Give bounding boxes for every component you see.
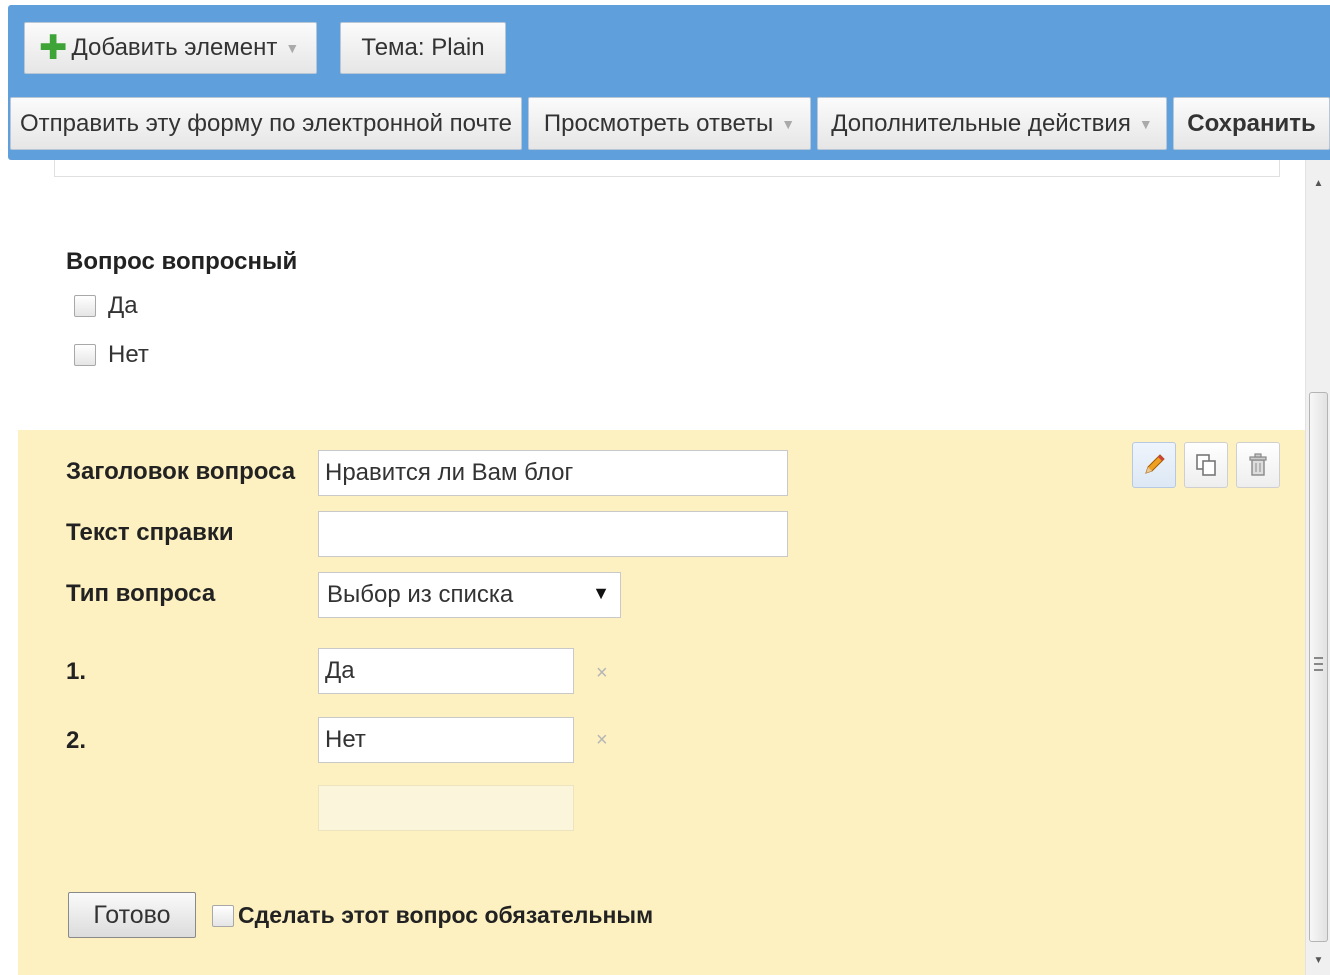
chevron-down-icon: ▼ bbox=[1138, 115, 1153, 132]
preview-option: Да bbox=[74, 292, 138, 320]
email-form-label: Отправить эту форму по электронной почте bbox=[19, 109, 513, 137]
preview-option: Нет bbox=[74, 341, 149, 369]
done-label: Готово bbox=[93, 900, 171, 929]
help-text-label: Текст справки bbox=[66, 519, 234, 546]
preview-question-title: Вопрос вопросный bbox=[66, 248, 298, 275]
question-type-select[interactable]: Выбор из списка ▼ bbox=[318, 572, 621, 618]
done-button[interactable]: Готово bbox=[68, 892, 196, 938]
question-title-input[interactable] bbox=[318, 450, 788, 496]
required-label: Сделать этот вопрос обязательным bbox=[238, 902, 654, 928]
chevron-down-icon: ▼ bbox=[781, 115, 796, 132]
add-element-label: Добавить элемент bbox=[71, 34, 278, 61]
copy-icon bbox=[1196, 454, 1216, 476]
theme-value: Plain bbox=[431, 34, 485, 61]
theme-label: Тема: bbox=[361, 34, 425, 61]
plus-icon: ✚ bbox=[39, 29, 68, 67]
checkbox[interactable] bbox=[74, 295, 96, 317]
option-input[interactable] bbox=[318, 648, 574, 694]
checkbox[interactable] bbox=[74, 344, 96, 366]
preview-option-label: Нет bbox=[108, 341, 149, 368]
more-actions-label: Дополнительные действия bbox=[831, 109, 1131, 137]
remove-option-icon[interactable]: × bbox=[596, 729, 608, 752]
question-edit-panel: Заголовок вопроса Текст справки Тип вопр… bbox=[18, 430, 1305, 975]
add-element-button[interactable]: ✚ Добавить элемент ▼ bbox=[24, 22, 317, 74]
pencil-icon bbox=[1145, 454, 1165, 474]
scroll-down-arrow-icon[interactable]: ▼ bbox=[1306, 945, 1330, 975]
required-toggle[interactable]: Сделать этот вопрос обязательным bbox=[212, 902, 653, 929]
remove-option-icon[interactable]: × bbox=[596, 662, 608, 685]
question-type-label: Тип вопроса bbox=[66, 580, 216, 607]
save-button[interactable]: Сохранить bbox=[1173, 97, 1330, 150]
save-label: Сохранить bbox=[1187, 109, 1316, 137]
theme-button[interactable]: Тема: Plain bbox=[340, 22, 506, 74]
dropdown-arrow-icon: ▼ bbox=[592, 583, 610, 603]
email-form-button[interactable]: Отправить эту форму по электронной почте bbox=[10, 97, 522, 150]
help-text-input[interactable] bbox=[318, 511, 788, 557]
grip-icon bbox=[1314, 657, 1323, 671]
question-title-label: Заголовок вопроса bbox=[66, 458, 296, 485]
option-number: 1. bbox=[66, 658, 87, 685]
duplicate-button[interactable] bbox=[1184, 442, 1228, 488]
vertical-scrollbar[interactable]: ▲ ▼ bbox=[1305, 160, 1330, 975]
edit-button[interactable] bbox=[1132, 442, 1176, 488]
more-actions-button[interactable]: Дополнительные действия ▼ bbox=[817, 97, 1167, 150]
trash-icon bbox=[1249, 453, 1267, 476]
question-type-value: Выбор из списка bbox=[327, 581, 514, 608]
view-responses-button[interactable]: Просмотреть ответы ▼ bbox=[528, 97, 811, 150]
new-option-input[interactable] bbox=[318, 785, 574, 831]
view-responses-label: Просмотреть ответы bbox=[543, 109, 774, 137]
option-input[interactable] bbox=[318, 717, 574, 763]
option-number: 2. bbox=[66, 727, 87, 754]
form-content: Вопрос вопросный Да Нет Заголовок вопрос… bbox=[18, 160, 1305, 975]
chevron-down-icon: ▼ bbox=[285, 40, 300, 56]
required-checkbox[interactable] bbox=[212, 904, 234, 927]
preview-option-label: Да bbox=[108, 292, 138, 319]
scrollbar-thumb[interactable] bbox=[1309, 392, 1328, 942]
scroll-up-arrow-icon[interactable]: ▲ bbox=[1306, 168, 1330, 198]
delete-button[interactable] bbox=[1236, 442, 1280, 488]
previous-item-edge bbox=[54, 160, 1280, 177]
form-toolbar: ✚ Добавить элемент ▼ Тема: Plain Отправи… bbox=[8, 5, 1330, 160]
